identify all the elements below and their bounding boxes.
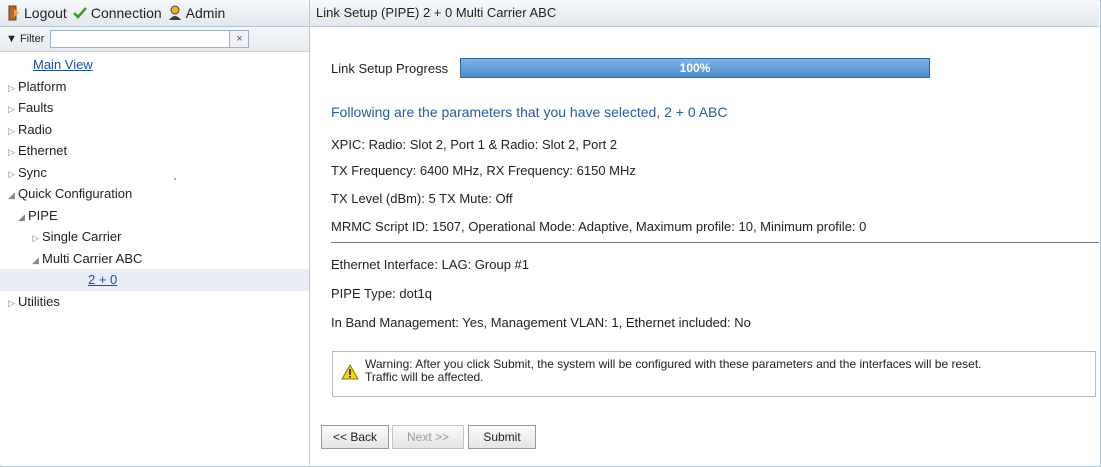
tree-item-radio[interactable]: ▷ Radio (0, 119, 309, 141)
back-button[interactable]: << Back (321, 425, 389, 449)
check-icon (72, 7, 87, 19)
collapse-arrow-icon: ◢ (18, 211, 25, 222)
main-panel: Link Setup (PIPE) 2 + 0 Multi Carrier AB… (310, 0, 1099, 465)
tree-item-utilities[interactable]: ▷ Utilities (0, 291, 309, 313)
tree-item-label: Quick Configuration (18, 186, 133, 201)
admin-button[interactable]: Admin (168, 5, 226, 21)
expand-arrow-icon: ▷ (32, 233, 39, 243)
warning-text: Warning: After you click Submit, the sys… (365, 358, 1085, 384)
tree-item-faults[interactable]: ▷ Faults (0, 97, 309, 119)
submit-button[interactable]: Submit (468, 425, 536, 449)
expand-arrow-icon: ▷ (8, 297, 15, 308)
expand-arrow-icon: ▷ (8, 147, 15, 157)
filter-toggle[interactable]: ▼ Filter (6, 33, 44, 45)
progress-label: Link Setup Progress (331, 61, 449, 76)
stray-dot: · (173, 171, 177, 185)
connection-label: Connection (90, 5, 162, 21)
pipe-type-text: PIPE Type: dot1q (331, 286, 432, 301)
divider (331, 242, 1099, 243)
filter-input[interactable] (50, 30, 231, 48)
tree-item-label: Platform (18, 78, 67, 94)
progress-text: 100% (679, 61, 711, 75)
params-heading: Following are the parameters that you ha… (331, 104, 728, 120)
tree-item-single-carrier[interactable]: ▷ Single Carrier (0, 226, 309, 248)
navigation-tree: Main View ▷ Platform ▷ Faults ▷ Radio ▷ Ethe… (0, 52, 309, 312)
progress-bar: 100% (460, 58, 930, 78)
clear-filter-button[interactable]: × (230, 30, 250, 48)
expand-arrow-icon: ▷ (8, 104, 15, 114)
tree-item-pipe[interactable]: ◢ PIPE (0, 205, 309, 227)
tree-item-label: Multi Carrier ABC (42, 250, 143, 266)
expand-arrow-icon: ▷ (8, 125, 15, 136)
tree-item-quick-configuration[interactable]: ◢ Quick Configuration (0, 183, 309, 205)
expand-arrow-icon: ▷ (8, 82, 15, 93)
collapse-arrow-icon: ◢ (8, 190, 15, 200)
admin-label: Admin (185, 5, 226, 21)
in-band-text: In Band Management: Yes, Management VLAN… (331, 315, 751, 330)
xpic-text: XPIC: Radio: Slot 2, Port 1 & Radio: Slo… (331, 137, 618, 152)
mrmc-text: MRMC Script ID: 1507, Operational Mode: … (331, 219, 867, 234)
page-title: Link Setup (PIPE) 2 + 0 Multi Carrier AB… (310, 0, 1099, 27)
tree-item-sync[interactable]: ▷ Sync (0, 162, 309, 184)
next-button[interactable]: Next >> (392, 425, 464, 449)
tree-item-platform[interactable]: ▷ Platform (0, 76, 309, 98)
tree-item-label: Ethernet (18, 143, 68, 158)
tree-item-ethernet[interactable]: ▷ Ethernet (0, 140, 309, 162)
expand-arrow-icon: ▷ (8, 168, 15, 179)
user-icon (168, 5, 181, 20)
warning-line-2: Traffic will be affected. (365, 370, 484, 384)
filter-bar: ▼ Filter × (0, 27, 309, 52)
tx-level-text: TX Level (dBm): 5 TX Mute: Off (331, 191, 513, 206)
filter-label: Filter (19, 33, 45, 45)
connection-button[interactable]: Connection (72, 5, 162, 21)
tree-item-label: Utilities (18, 293, 60, 309)
tree-item-main-view[interactable]: Main View (0, 54, 309, 76)
collapse-arrow-icon: ◢ (32, 254, 39, 265)
warning-box: Warning: After you click Submit, the sys… (332, 351, 1096, 397)
ethernet-interface-text: Ethernet Interface: LAG: Group #1 (331, 257, 530, 272)
tree-item-2-plus-0[interactable]: 2 + 0 (0, 269, 309, 291)
tree-item-label: PIPE (28, 207, 58, 223)
tree-item-label: Radio (18, 121, 52, 137)
frequency-text: TX Frequency: 6400 MHz, RX Frequency: 61… (331, 163, 636, 178)
tree-item-label: Single Carrier (42, 229, 122, 244)
logout-label: Logout (24, 5, 67, 21)
navigation-panel: Logout Connection Admin ▼ Filter × Main … (0, 0, 310, 465)
tree-item-label: Faults (18, 100, 54, 115)
tree-item-multi-carrier[interactable]: ◢ Multi Carrier ABC (0, 248, 309, 270)
tree-item-label: Sync (18, 164, 47, 180)
warning-icon (341, 364, 359, 380)
top-toolbar: Logout Connection Admin (0, 0, 309, 27)
logout-button[interactable]: Logout (8, 5, 67, 21)
logout-icon (8, 5, 19, 21)
